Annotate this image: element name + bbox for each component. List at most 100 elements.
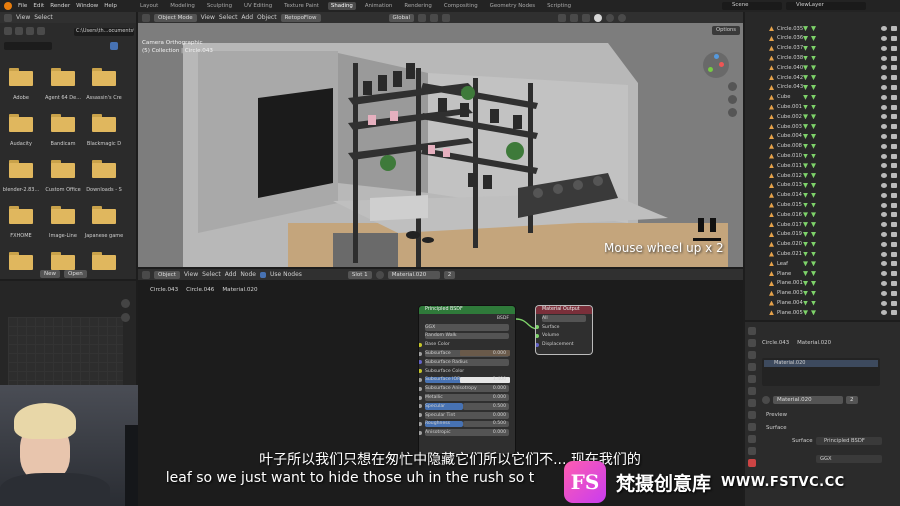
folder-icon[interactable] [51, 68, 75, 86]
hand-pan-icon[interactable] [121, 313, 130, 322]
material-datablock-field[interactable]: Material.020 [773, 396, 843, 404]
navigation-gizmo[interactable] [703, 52, 729, 78]
outliner-item[interactable]: Cube.010 [745, 151, 900, 160]
object-tab-icon[interactable] [748, 387, 756, 395]
outliner-item[interactable]: Cube.003 [745, 122, 900, 131]
render-toggle-icon[interactable] [891, 104, 897, 110]
outliner-item[interactable]: Cube.013 [745, 181, 900, 190]
eye-icon[interactable] [881, 280, 887, 286]
scene-selector[interactable]: Scene [722, 2, 782, 10]
render-toggle-icon[interactable] [891, 310, 897, 316]
outliner-item[interactable]: Circle.038 [745, 53, 900, 62]
render-toggle-icon[interactable] [891, 45, 897, 51]
view-layer-selector[interactable]: ViewLayer [786, 2, 866, 10]
render-toggle-icon[interactable] [891, 84, 897, 90]
material-users-count[interactable]: 2 [443, 270, 456, 279]
subsurface-method-row[interactable]: Random Walk [419, 332, 515, 341]
node-view-menu[interactable]: View [184, 271, 198, 278]
eye-icon[interactable] [881, 143, 887, 149]
render-toggle-icon[interactable] [891, 280, 897, 286]
outliner-item[interactable]: Circle.040 [745, 63, 900, 72]
node-input-row[interactable]: Base Color [419, 340, 515, 349]
tab-rendering[interactable]: Rendering [401, 2, 435, 10]
node-input-row[interactable]: Roughness 0.500 [419, 420, 515, 429]
input-socket-icon[interactable] [419, 369, 422, 374]
input-socket-icon[interactable] [419, 386, 422, 391]
outliner-item[interactable]: Cube [745, 93, 900, 102]
folder-icon[interactable] [51, 206, 75, 224]
path-field[interactable]: C:\Users\th...ocuments\ [74, 28, 134, 36]
outliner-item[interactable]: Circle.037 [745, 44, 900, 53]
output-tab-icon[interactable] [748, 351, 756, 359]
back-arrow-icon[interactable] [4, 27, 12, 35]
folder-icon[interactable] [9, 160, 33, 178]
render-toggle-icon[interactable] [891, 65, 897, 71]
viewport-select-menu[interactable]: Select [219, 14, 238, 21]
render-toggle-icon[interactable] [891, 231, 897, 237]
render-toggle-icon[interactable] [891, 290, 897, 296]
tab-shading[interactable]: Shading [327, 2, 356, 10]
eye-icon[interactable] [881, 26, 887, 32]
material-shading-icon[interactable] [606, 13, 615, 22]
outliner-item[interactable]: Cube.011 [745, 161, 900, 170]
outliner-item[interactable]: Cube.004 [745, 132, 900, 141]
render-toggle-icon[interactable] [891, 143, 897, 149]
eye-icon[interactable] [881, 75, 887, 81]
outliner-item[interactable]: Plane.001 [745, 279, 900, 288]
outliner-item[interactable]: Plane [745, 269, 900, 278]
node-input-value[interactable]: 0.000 [493, 430, 506, 435]
node-input-row[interactable]: Metallic 0.000 [419, 393, 515, 402]
material-sphere-icon[interactable] [375, 270, 384, 279]
surface-socket-icon[interactable] [536, 325, 539, 330]
eye-icon[interactable] [881, 182, 887, 188]
eye-icon[interactable] [881, 251, 887, 257]
menu-file[interactable]: File [18, 3, 27, 9]
solid-shading-icon[interactable] [594, 13, 603, 22]
subsurface-method-dropdown[interactable]: Random Walk [425, 333, 456, 338]
eye-icon[interactable] [881, 153, 887, 159]
outliner-item[interactable]: Cube.021 [745, 249, 900, 258]
render-toggle-icon[interactable] [891, 124, 897, 130]
render-toggle-icon[interactable] [891, 251, 897, 257]
input-socket-icon[interactable] [419, 342, 422, 347]
node-input-row[interactable]: Specular 0.500 [419, 402, 515, 411]
surface-panel-header[interactable]: Surface [766, 425, 787, 431]
eye-icon[interactable] [881, 241, 887, 247]
filter-funnel-icon[interactable] [110, 42, 118, 50]
camera-view-icon[interactable] [728, 108, 737, 117]
eye-icon[interactable] [881, 212, 887, 218]
distribution-dropdown[interactable]: GGX [425, 325, 435, 330]
node-input-row[interactable]: Subsurface Color [419, 367, 515, 376]
viewport-object-menu[interactable]: Object [257, 14, 277, 21]
outliner-item[interactable]: Cube.016 [745, 210, 900, 219]
snap-icon[interactable] [430, 13, 439, 22]
blender-logo-icon[interactable] [4, 2, 12, 10]
render-toggle-icon[interactable] [891, 192, 897, 198]
material-users-badge[interactable]: 2 [846, 396, 858, 404]
tab-compositing[interactable]: Compositing [441, 2, 481, 10]
eye-icon[interactable] [881, 231, 887, 237]
folder-icon[interactable] [9, 252, 33, 270]
editor-type-icon[interactable] [4, 13, 12, 22]
outliner-item[interactable]: Plane.003 [745, 289, 900, 298]
input-socket-icon[interactable] [419, 430, 422, 435]
orientation-dropdown[interactable]: Global [388, 13, 415, 22]
folder-icon[interactable] [9, 68, 33, 86]
input-socket-icon[interactable] [419, 395, 422, 400]
outliner-item[interactable]: Circle.035 [745, 24, 900, 33]
pivot-icon[interactable] [418, 13, 427, 22]
folder-icon[interactable] [51, 252, 75, 270]
eye-icon[interactable] [881, 163, 887, 169]
outliner-item[interactable]: Cube.015 [745, 200, 900, 209]
input-socket-icon[interactable] [419, 413, 422, 418]
overlay-icon[interactable] [570, 13, 579, 22]
use-nodes-checkbox[interactable] [259, 271, 266, 278]
physics-tab-icon[interactable] [748, 423, 756, 431]
3d-viewport[interactable] [138, 23, 743, 267]
render-toggle-icon[interactable] [891, 202, 897, 208]
eye-icon[interactable] [881, 94, 887, 100]
outliner-item[interactable]: Circle.042 [745, 73, 900, 82]
node-add-menu[interactable]: Add [225, 271, 237, 278]
outliner-item[interactable]: Plane.004 [745, 298, 900, 307]
input-socket-icon[interactable] [419, 421, 422, 426]
